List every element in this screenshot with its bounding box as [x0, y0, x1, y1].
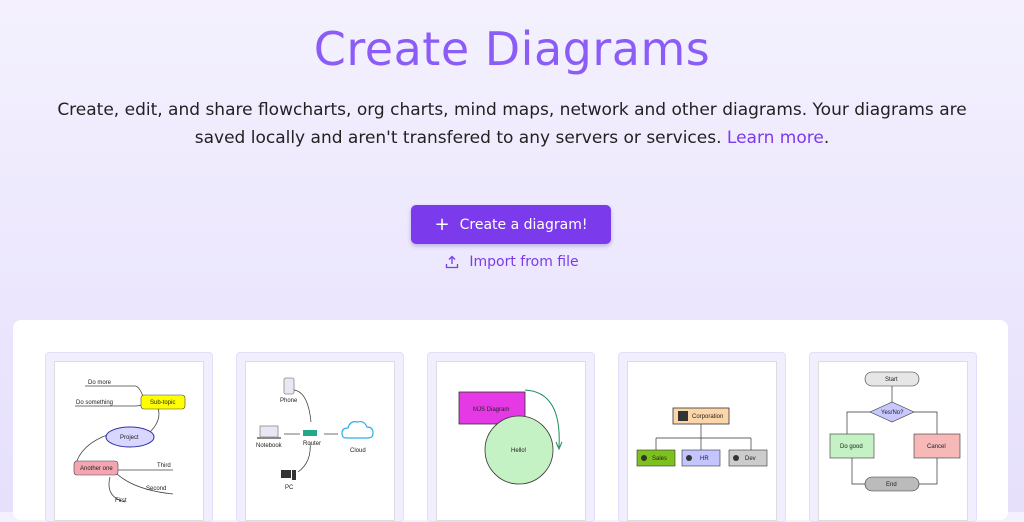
org-label-corporation: Corporation — [692, 414, 723, 420]
mindmap-label-another-one: Another one — [80, 466, 113, 472]
mindmap-label-sub-topic: Sub-topic — [150, 400, 175, 406]
description-text: Create, edit, and share flowcharts, org … — [57, 100, 967, 148]
template-preview-org: Corporation Sales HR Dev — [627, 361, 777, 521]
network-label-pc: PC — [285, 485, 294, 491]
template-preview-mindmap: Do more Do something Sub-topic Project A… — [54, 361, 204, 521]
mindmap-label-do-more: Do more — [88, 380, 112, 386]
template-card-org[interactable]: Corporation Sales HR Dev — [618, 352, 786, 522]
notebook-icon — [259, 425, 279, 438]
org-label-sales: Sales — [652, 456, 667, 462]
phone-icon — [283, 377, 295, 395]
network-label-notebook: Notebook — [256, 443, 283, 449]
flow-label-cancel: Cancel — [927, 444, 946, 450]
flow-label-start: Start — [885, 377, 898, 383]
pc-icon — [281, 470, 291, 478]
import-label: Import from file — [469, 254, 579, 270]
template-preview-network: Phone Notebook Router Cloud PC — [245, 361, 395, 521]
mindmap-label-second: Second — [146, 486, 166, 492]
cloud-icon — [341, 420, 374, 439]
flow-label-end: End — [886, 482, 897, 488]
mindmap-label-first: First — [115, 498, 127, 504]
flow-label-yes-no: Yes/No? — [881, 410, 904, 416]
router-icon — [303, 430, 317, 436]
upload-icon — [446, 255, 459, 269]
org-label-hr: HR — [700, 456, 709, 462]
simple-label-mjs-diagram: MJS Diagram — [473, 407, 509, 413]
template-card-network[interactable]: Phone Notebook Router Cloud PC — [236, 352, 404, 522]
template-preview-flowchart: Start Yes/No? Do good Cancel End — [818, 361, 968, 521]
network-label-phone: Phone — [280, 398, 298, 404]
template-card-simple[interactable]: MJS Diagram Hello! — [427, 352, 595, 522]
page-title: Create Diagrams — [313, 22, 711, 76]
flow-label-do-good: Do good — [840, 444, 863, 450]
create-diagram-label: Create a diagram! — [459, 216, 588, 233]
import-from-file-link[interactable]: Import from file — [0, 254, 1024, 270]
template-card-flowchart[interactable]: Start Yes/No? Do good Cancel End — [809, 352, 977, 522]
mindmap-label-do-something: Do something — [76, 400, 113, 406]
plus-icon: + — [434, 213, 450, 235]
page-description: Create, edit, and share flowcharts, org … — [40, 96, 984, 152]
template-card-mindmap[interactable]: Do more Do something Sub-topic Project A… — [45, 352, 213, 522]
learn-more-link[interactable]: Learn more — [727, 128, 824, 148]
network-label-cloud: Cloud — [350, 448, 366, 454]
mindmap-label-project: Project — [120, 435, 139, 441]
description-period: . — [823, 128, 830, 148]
org-label-dev: Dev — [745, 456, 756, 462]
network-label-router: Router — [303, 441, 321, 447]
simple-label-hello: Hello! — [511, 448, 527, 454]
create-diagram-button[interactable]: + Create a diagram! — [411, 205, 611, 244]
template-preview-simple: MJS Diagram Hello! — [436, 361, 586, 521]
mindmap-label-third: Third — [157, 463, 171, 469]
